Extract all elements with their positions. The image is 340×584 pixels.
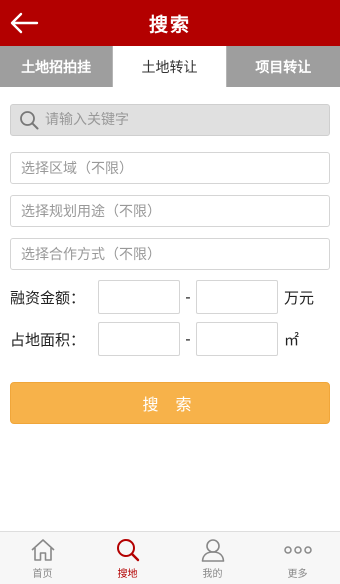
tab-project-transfer[interactable]: 项目转让: [227, 46, 340, 87]
financing-label: 融资金额：: [10, 288, 86, 307]
area-max-input[interactable]: [196, 322, 278, 356]
search-bar: [10, 104, 330, 136]
tab-bar: 土地招拍挂 土地转让 项目转让: [0, 46, 340, 87]
cooperation-select[interactable]: 选择合作方式（不限）: [10, 238, 330, 270]
tab-land-transfer[interactable]: 土地转让: [113, 46, 227, 87]
financing-max-input[interactable]: [196, 280, 278, 314]
nav-mine[interactable]: 我的: [170, 532, 255, 584]
search-icon: [116, 538, 139, 561]
user-icon: [201, 538, 224, 562]
financing-unit: 万元: [284, 288, 315, 307]
area-min-input[interactable]: [98, 322, 180, 356]
nav-home-label: 首页: [32, 568, 53, 580]
range-dash: -: [185, 330, 191, 348]
search-input[interactable]: [45, 112, 315, 128]
top-bar: 搜索: [0, 0, 340, 46]
bottom-nav: 首页 搜地 我的 更多: [0, 531, 340, 584]
nav-search-label: 搜地: [117, 568, 138, 580]
nav-more-label: 更多: [287, 568, 308, 580]
area-unit: ㎡: [284, 330, 300, 349]
search-icon: [20, 111, 39, 130]
more-icon: [283, 545, 312, 554]
range-dash: -: [185, 288, 191, 306]
financing-range: 融资金额： - 万元: [10, 280, 330, 314]
arrow-left-icon: [10, 12, 39, 34]
nav-search-land[interactable]: 搜地: [85, 532, 170, 584]
area-range: 占地面积： - ㎡: [10, 322, 330, 356]
nav-home[interactable]: 首页: [0, 532, 85, 584]
back-button[interactable]: [4, 5, 44, 41]
nav-mine-label: 我的: [202, 568, 223, 580]
financing-min-input[interactable]: [98, 280, 180, 314]
search-submit-button[interactable]: 搜 索: [10, 382, 330, 424]
usage-select[interactable]: 选择规划用途（不限）: [10, 195, 330, 227]
tab-land-auction[interactable]: 土地招拍挂: [0, 46, 114, 87]
area-label: 占地面积：: [10, 330, 86, 349]
page-title: 搜索: [148, 13, 191, 36]
region-select[interactable]: 选择区域（不限）: [10, 152, 330, 184]
nav-more[interactable]: 更多: [255, 532, 340, 584]
home-icon: [30, 538, 55, 561]
